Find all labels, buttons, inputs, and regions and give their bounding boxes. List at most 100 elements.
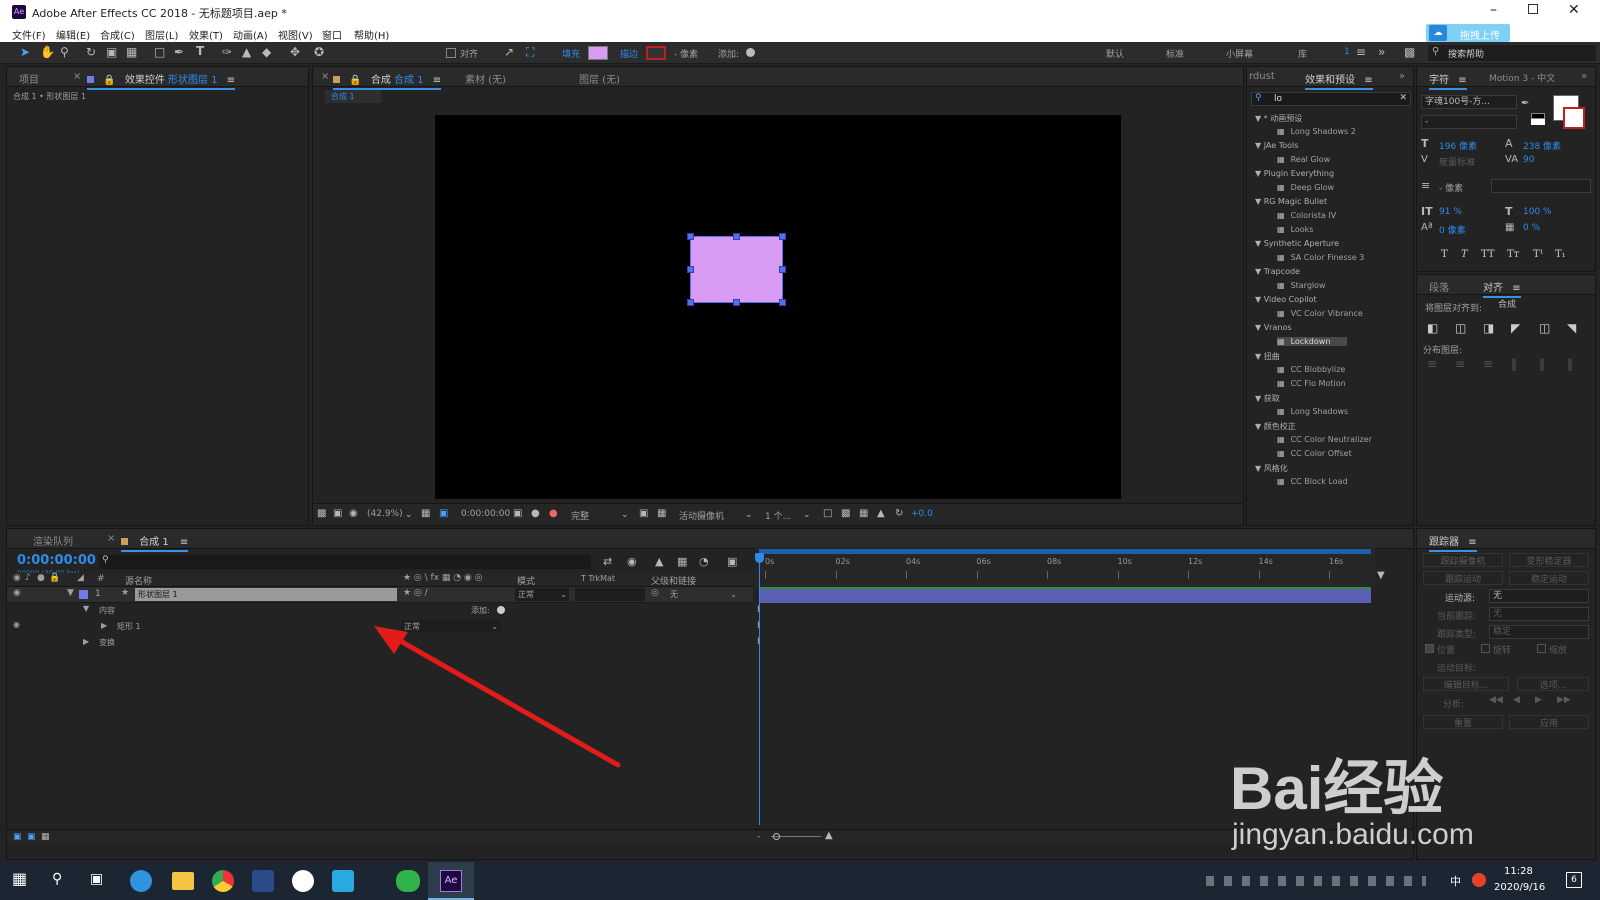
- panel-menu-icon[interactable]: ≡: [180, 537, 188, 548]
- expand-arrow-icon[interactable]: ▼: [1255, 295, 1264, 304]
- align-bottom-icon[interactable]: ◥: [1567, 321, 1576, 335]
- comp-mini-flowchart-icon[interactable]: ⇄: [603, 555, 612, 569]
- frame-blending-icon[interactable]: ▦: [677, 555, 687, 569]
- keyframe-navigator-icon[interactable]: I: [757, 635, 760, 649]
- effects-group[interactable]: ▼ Synthetic Aperture: [1255, 239, 1339, 248]
- add-content-icon[interactable]: [497, 606, 505, 614]
- zoom-out-icon[interactable]: -: [757, 830, 760, 844]
- app-icon[interactable]: [252, 870, 274, 892]
- panel-menu-icon[interactable]: ≡: [1364, 75, 1372, 86]
- menu-animation[interactable]: 动画(A): [233, 27, 268, 42]
- track-motion-button[interactable]: 跟踪运动: [1423, 571, 1503, 585]
- expand-arrow-icon[interactable]: ▼: [1255, 169, 1264, 178]
- kerning-value[interactable]: 度量标准: [1439, 155, 1475, 168]
- menu-layer[interactable]: 图层(L): [145, 27, 178, 42]
- effect-item[interactable]: Long Shadows: [1277, 407, 1349, 416]
- analyze-forward-icon[interactable]: ▶: [1535, 695, 1542, 705]
- track-type-select[interactable]: 稳定: [1489, 625, 1589, 639]
- stroke-width-label[interactable]: - 像素: [674, 47, 698, 60]
- effects-group[interactable]: ▼ Plugin Everything: [1255, 169, 1334, 178]
- layer-duration-bar[interactable]: [759, 587, 1371, 603]
- expand-arrow-icon[interactable]: ▼: [1255, 394, 1264, 403]
- layer-name[interactable]: 形状图层 1: [135, 588, 397, 601]
- fill-label[interactable]: 填充: [562, 47, 580, 60]
- current-track-select[interactable]: 无: [1489, 607, 1589, 621]
- safe-zones-icon[interactable]: ▦: [421, 507, 430, 521]
- align-right-icon[interactable]: ◨: [1483, 321, 1494, 335]
- chevron-down-icon[interactable]: ⌄: [745, 508, 753, 522]
- layer-switches[interactable]: ★ ◎ /: [403, 588, 428, 598]
- minimize-button[interactable]: –: [1490, 2, 1497, 18]
- tab-character[interactable]: 字符 ≡: [1429, 71, 1467, 90]
- menu-view[interactable]: 视图(V): [278, 27, 313, 42]
- shy-layers-icon[interactable]: ▲: [655, 555, 663, 569]
- zoom-slider-thumb[interactable]: [773, 833, 780, 840]
- task-view-icon[interactable]: ▣: [90, 872, 103, 886]
- mode-header[interactable]: 模式: [517, 574, 535, 587]
- tab-footage[interactable]: 素材 (无): [465, 71, 506, 86]
- search-help-field[interactable]: ⚲ 搜索帮助: [1428, 45, 1596, 61]
- parent-select[interactable]: 无 ⌄: [667, 588, 739, 601]
- leading-value[interactable]: 238 像素: [1523, 139, 1561, 152]
- effects-group[interactable]: ▼ Trapcode: [1255, 267, 1300, 276]
- maximize-button[interactable]: [1528, 4, 1538, 14]
- timeline-icon[interactable]: ▦: [859, 507, 868, 521]
- chevron-down-icon[interactable]: ⌄: [803, 508, 811, 522]
- fast-previews-icon[interactable]: ▩: [841, 507, 850, 521]
- effect-item[interactable]: SA Color Finesse 3: [1277, 253, 1365, 262]
- tab-align[interactable]: 对齐 ≡: [1483, 279, 1521, 298]
- graph-editor-icon[interactable]: ▣: [727, 555, 737, 569]
- expand-arrow-icon[interactable]: ▼: [1255, 352, 1264, 361]
- vertical-scale-value[interactable]: 91 %: [1439, 207, 1462, 217]
- rectangle-row[interactable]: ◉ ▶ 矩形 1 正常 ⌄: [7, 619, 753, 635]
- brush-tool-icon[interactable]: ✑: [222, 45, 232, 59]
- panel-more-icon[interactable]: »: [1581, 71, 1587, 82]
- tracker-reset-button[interactable]: 重置: [1423, 715, 1503, 729]
- fill-color-swatch[interactable]: [588, 46, 608, 60]
- panel-menu-icon[interactable]: ≡: [1468, 537, 1476, 548]
- region-of-interest-icon[interactable]: ▣: [639, 507, 648, 521]
- shape-handle[interactable]: [733, 299, 740, 306]
- trkmat-select[interactable]: [575, 588, 645, 601]
- hand-tool-icon[interactable]: ✋: [40, 45, 55, 59]
- sogou-icon[interactable]: [1472, 873, 1486, 887]
- system-tray-icons[interactable]: [1206, 876, 1426, 886]
- shape-handle[interactable]: [779, 233, 786, 240]
- label-tag-icon[interactable]: ◢: [77, 573, 84, 583]
- comp-subtab[interactable]: 合成 1: [325, 90, 381, 103]
- panel-menu-icon[interactable]: ≡: [1512, 283, 1520, 294]
- small-caps-button[interactable]: Tт: [1507, 249, 1519, 260]
- tab-paragraph[interactable]: 段落: [1429, 279, 1449, 294]
- always-preview-icon[interactable]: ▩: [317, 507, 326, 521]
- layer-mode-select[interactable]: 正常 ⌄: [515, 588, 569, 601]
- visibility-eye-icon[interactable]: ◉: [13, 588, 21, 598]
- tab-render-queue[interactable]: 渲染队列: [33, 533, 73, 548]
- faux-bold-button[interactable]: T: [1441, 249, 1448, 260]
- layer-label-color[interactable]: [79, 590, 88, 599]
- align-to-select[interactable]: 合成: [1495, 299, 1591, 313]
- expand-arrow-icon[interactable]: ▼: [1255, 323, 1264, 332]
- effect-item[interactable]: Real Glow: [1277, 155, 1331, 164]
- panel-menu-icon[interactable]: ≡: [227, 75, 235, 86]
- color-channel-icon[interactable]: ●: [549, 507, 558, 521]
- puppet-pin-tool-icon[interactable]: ✪: [314, 45, 324, 59]
- mask-view-icon[interactable]: ◉: [349, 507, 358, 521]
- panel-menu-icon[interactable]: ≡: [433, 75, 441, 86]
- effect-item[interactable]: VC Color Vibrance: [1277, 309, 1363, 318]
- rectangle-mode-select[interactable]: 正常 ⌄: [401, 620, 501, 633]
- effects-group[interactable]: ▼ 风格化: [1255, 463, 1288, 474]
- timeline-search-input[interactable]: ⚲: [99, 555, 591, 569]
- stroke-label[interactable]: 描边: [620, 47, 638, 60]
- expand-arrow-icon[interactable]: ▶: [101, 621, 107, 630]
- warp-stabilizer-button[interactable]: 变形稳定器: [1509, 553, 1589, 567]
- effect-item[interactable]: CC Color Neutralizer: [1277, 435, 1372, 444]
- distribute-right-icon[interactable]: ‖: [1567, 357, 1573, 371]
- stroke-color-box[interactable]: [1563, 107, 1585, 129]
- baseline-shift-value[interactable]: 0 像素: [1439, 223, 1466, 236]
- camera-tool-icon[interactable]: ▣: [106, 45, 117, 59]
- motion-source-select[interactable]: 无: [1489, 589, 1589, 603]
- solo-icon[interactable]: ●: [37, 573, 45, 583]
- menu-composition[interactable]: 合成(C): [100, 27, 135, 42]
- contents-row[interactable]: ▼ 内容 添加:: [7, 603, 753, 619]
- eyedropper-icon[interactable]: ✒: [1521, 97, 1529, 111]
